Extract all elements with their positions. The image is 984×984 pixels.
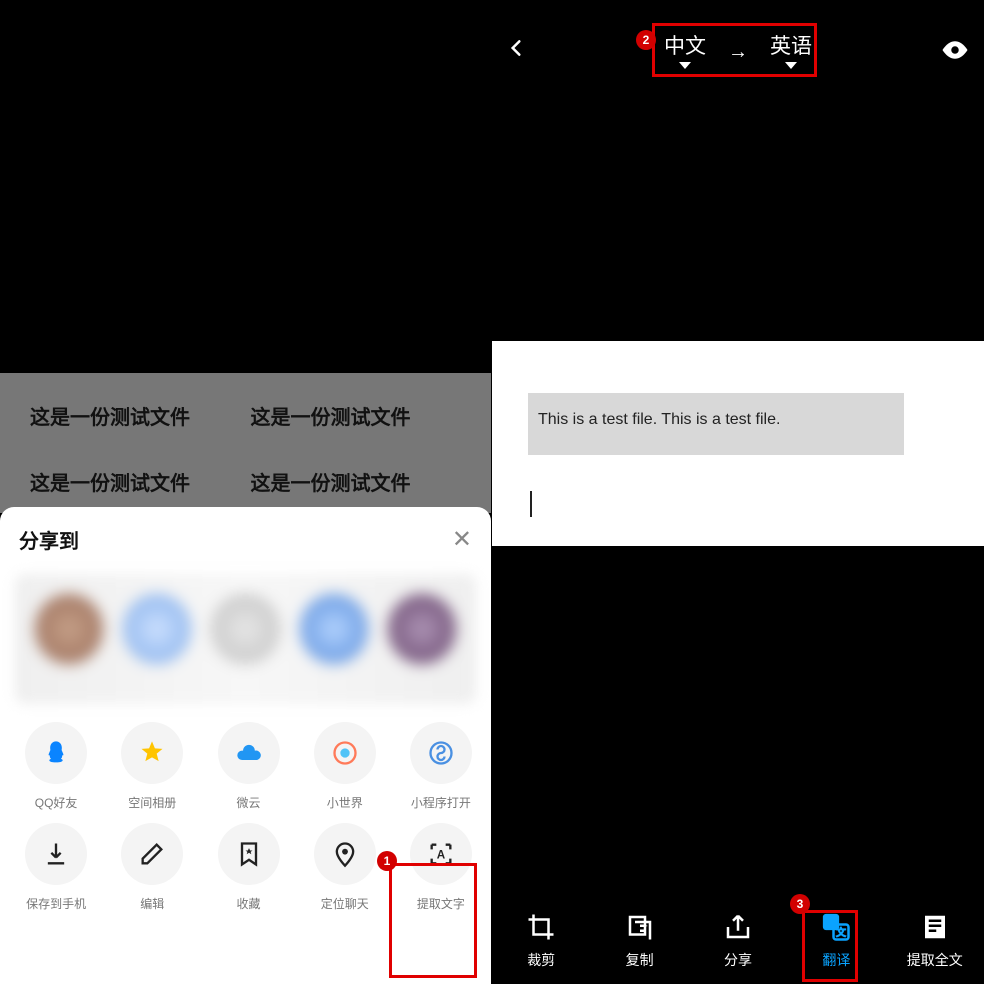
- highlight-1: [389, 863, 477, 978]
- preview-text: 这是一份测试文件: [251, 401, 462, 447]
- locate-chat[interactable]: 定位聊天: [310, 823, 380, 912]
- favorite-button[interactable]: 收藏: [213, 823, 283, 912]
- share-sheet: 分享到 ✕ QQ好友 空间相册 微云 小世界: [0, 507, 491, 984]
- share-title: 分享到: [19, 525, 79, 554]
- callout-badge-2: 2: [636, 30, 656, 50]
- translate-toolbar: 裁剪 + 复制 分享 A文 翻译 提取全文: [492, 898, 984, 984]
- download-icon: [42, 840, 70, 868]
- fulltext-icon: [920, 912, 950, 942]
- share-small-world[interactable]: 小世界: [310, 722, 380, 811]
- tool-crop[interactable]: 裁剪: [501, 912, 581, 970]
- pin-icon: [331, 840, 359, 868]
- share-weiyun[interactable]: 微云: [213, 722, 283, 811]
- share-icon: [723, 912, 753, 942]
- recent-contacts-row[interactable]: [15, 574, 476, 704]
- translation-result-area: This is a test file. This is a test file…: [492, 341, 984, 546]
- callout-badge-1: 1: [377, 851, 397, 871]
- save-to-phone[interactable]: 保存到手机: [21, 823, 91, 912]
- eye-icon[interactable]: [940, 39, 970, 66]
- action-label: 空间相册: [128, 794, 176, 811]
- miniprogram-icon: [427, 739, 455, 767]
- share-miniprogram[interactable]: 小程序打开: [406, 722, 476, 811]
- bookmark-star-icon: [235, 840, 263, 868]
- text-cursor: [530, 491, 532, 517]
- share-actions-row-1: QQ好友 空间相册 微云 小世界 小程序打开: [15, 722, 476, 811]
- preview-text: 这是一份测试文件: [30, 401, 241, 447]
- action-label: 保存到手机: [26, 895, 86, 912]
- back-icon[interactable]: [506, 33, 526, 71]
- action-label: 小程序打开: [411, 794, 471, 811]
- pencil-icon: [138, 840, 166, 868]
- tool-extract-fulltext[interactable]: 提取全文: [895, 912, 975, 970]
- share-qzone[interactable]: 空间相册: [117, 722, 187, 811]
- left-doc-preview: 这是一份测试文件 这是一份测试文件 这是一份测试文件 这是一份测试文件: [0, 373, 491, 513]
- action-label: 微云: [237, 794, 261, 811]
- edit-button[interactable]: 编辑: [117, 823, 187, 912]
- svg-text:+: +: [641, 921, 648, 933]
- highlight-2: [652, 23, 817, 77]
- close-icon[interactable]: ✕: [452, 528, 472, 552]
- action-label: 收藏: [237, 895, 261, 912]
- crop-icon: [526, 912, 556, 942]
- qzone-icon: [138, 739, 166, 767]
- world-icon: [331, 739, 359, 767]
- translated-text[interactable]: This is a test file. This is a test file…: [528, 393, 904, 455]
- share-qq-friend[interactable]: QQ好友: [21, 722, 91, 811]
- action-label: 定位聊天: [321, 895, 369, 912]
- copy-icon: +: [625, 912, 655, 942]
- cloud-icon: [235, 739, 263, 767]
- action-label: QQ好友: [35, 794, 78, 811]
- highlight-3: [802, 910, 858, 982]
- svg-text:A: A: [437, 849, 446, 862]
- action-label: 编辑: [140, 895, 164, 912]
- qq-icon: [42, 739, 70, 767]
- tool-copy[interactable]: + 复制: [600, 912, 680, 970]
- right-panel: 中文 → 英语 2 This is a test file. This is a…: [492, 0, 984, 984]
- action-label: 小世界: [327, 794, 363, 811]
- left-panel: 这是一份测试文件 这是一份测试文件 这是一份测试文件 这是一份测试文件 分享到 …: [0, 0, 492, 984]
- tool-share[interactable]: 分享: [698, 912, 778, 970]
- callout-badge-3: 3: [790, 894, 810, 914]
